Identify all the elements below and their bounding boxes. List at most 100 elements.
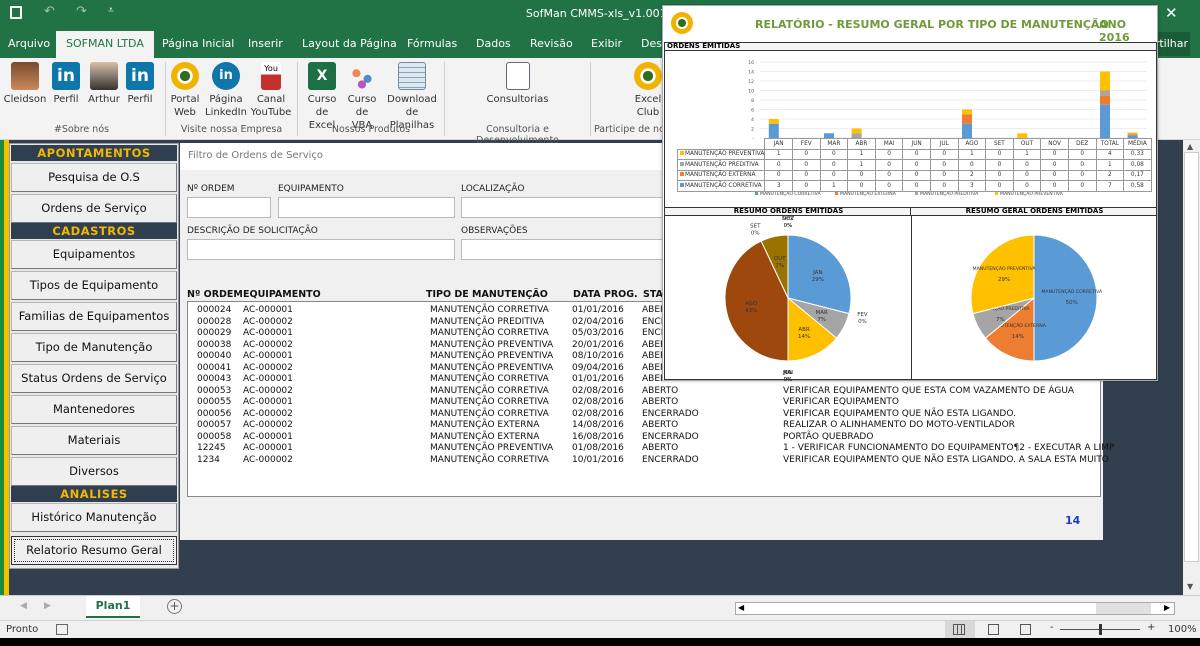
table-row[interactable]: 000053 AC-000002 MANUTENÇÃO CORRETIVA 02/08… [188,386,1100,398]
cell-equipamento: AC-000002 [243,454,293,465]
scroll-down-icon[interactable]: ▼ [1187,582,1193,591]
tab-layout[interactable]: Layout da Página [302,37,397,50]
sheet-tab-plan1[interactable]: Plan1 [86,596,140,618]
zoom-slider-handle[interactable] [1099,624,1102,635]
pagina-linkedin-button[interactable]: in Página LinkedIn [205,62,247,119]
tab-sofman[interactable]: SOFMAN LTDA [56,31,154,58]
cell-data: 14/08/2016 [572,420,624,430]
next-sheet-icon[interactable]: ▶ [44,601,51,611]
table-row[interactable]: 1234 AC-000002 MANUTENÇÃO CORRETIVA 10/01/2… [188,454,1109,467]
slice-percent: 14% [798,334,810,340]
tab-revisao[interactable]: Revisão [530,37,573,50]
grid-icon [953,624,965,635]
canal-youtube-button[interactable]: You Canal YouTube [248,62,294,119]
table-row[interactable]: 000055 AC-000001 MANUTENÇÃO CORRETIVA 02/08… [188,397,1100,409]
tab-formulas[interactable]: Fórmulas [407,37,457,50]
sidebar-item-pesquisa-os[interactable]: Pesquisa de O.S [11,163,177,192]
cell-data: 05/03/2016 [572,328,624,338]
scroll-right-icon[interactable]: ▶ [1164,603,1170,612]
plus-icon[interactable]: + [167,599,182,614]
cell-tipo: MANUTENÇÃO PREVENTIVA [430,351,554,361]
download-planilhas-button[interactable]: Download de Planilhas [383,62,441,132]
prev-sheet-icon[interactable]: ◀ [20,601,27,611]
col-data: DATA PROG. [573,289,638,300]
localizacao-label: LOCALIZAÇÃO [461,184,525,194]
cell-ordem: 000041 [197,362,232,373]
arthur-button[interactable]: Arthur [86,62,122,106]
scroll-up-icon[interactable]: ▲ [1187,142,1193,151]
ordem-input[interactable] [187,197,271,218]
localizacao-input[interactable] [461,197,681,218]
slice-percent: 14% [1012,334,1024,340]
page-layout-view-icon[interactable] [988,624,999,635]
sofman-logo-icon [171,62,199,90]
observacoes-label: OBSERVAÇÕES [461,226,528,236]
tab-exibir[interactable]: Exibir [591,37,622,50]
slice-percent: 43% [745,308,757,314]
cell-ordem: 000029 [197,328,232,338]
zoom-level[interactable]: 100% [1168,624,1197,635]
table-row[interactable]: 12245 AC-000001 MANUTENÇÃO PREVENTIVA 01/08… [188,443,1114,455]
pie-charts: JAN29%FEV0%MAR7%ABR14%MAI0%JUN0%JUL0%AGO… [724,216,1103,382]
portal-web-button[interactable]: Portal Web [168,62,202,119]
slice-percent: 29% [812,277,824,283]
cell-data: 02/08/2016 [572,408,624,419]
tab-dados[interactable]: Dados [476,37,511,50]
cell-status: ENCERRADO [642,454,699,465]
table-row[interactable]: 000058 AC-000001 MANUTENÇÃO EXTERNA 16/08/2… [188,432,1100,444]
macro-record-icon[interactable] [56,624,68,635]
page-break-view-icon[interactable] [1020,624,1031,635]
cell-equipamento: AC-000001 [243,374,293,384]
curso-vba-button[interactable]: Curso de VBA [344,62,380,132]
scroll-track[interactable] [1096,603,1151,614]
tab-arquivo[interactable]: Arquivo [8,37,50,50]
zoom-out-icon[interactable]: - [1050,622,1054,633]
perfil-linkedin-button[interactable]: in Perfil [51,62,81,106]
scroll-thumb[interactable] [1184,152,1199,562]
consultorias-button[interactable]: Consultorias [470,62,565,106]
sheet-tab-bar: ◀ ▶ Plan1 + ◀ ▶ [0,595,1200,620]
spreadsheet-icon [398,62,426,90]
cell-equipamento: AC-000002 [243,420,293,430]
zoom-in-icon[interactable]: + [1147,622,1155,633]
cell-equipamento: AC-000001 [243,397,293,407]
observacoes-input[interactable] [461,239,681,260]
sidebar-item-materiais[interactable]: Materiais [11,426,177,455]
cell-equipamento: AC-000002 [243,362,293,373]
slice-label: JUL [783,370,794,376]
cell-ordem: 000055 [197,397,232,407]
sidebar-item-tipo-manutencao[interactable]: Tipo de Manutenção [11,333,177,362]
cleidson-button[interactable]: Cleidson [3,62,47,106]
cell-tipo: MANUTENÇÃO CORRETIVA [430,374,549,384]
scroll-left-icon[interactable]: ◀ [738,603,744,612]
taskbar [0,638,1200,646]
sidebar-item-familias[interactable]: Familias de Equipamentos [11,302,177,331]
sidebar-item-historico[interactable]: Histórico Manutenção [11,503,177,532]
perfil-linkedin-button[interactable]: in Perfil [125,62,155,106]
sidebar-item-ordens-servico[interactable]: Ordens de Serviço [11,194,177,223]
tab-inserir[interactable]: Inserir [248,37,283,50]
cell-status: ABERTO [642,397,679,407]
sidebar-item-mantenedores[interactable]: Mantenedores [11,395,177,424]
cell-descricao: VERIFICAR EQUIPAMENTO [783,397,899,407]
pie-data-label: DEZ0% [782,216,794,229]
tab-pagina-inicial[interactable]: Página Inicial [162,37,234,50]
sidebar-item-relatorio[interactable]: Relatorio Resumo Geral [11,536,177,565]
cell-status: ENCERRADO [642,408,699,419]
table-row[interactable]: 000056 AC-000002 MANUTENÇÃO CORRETIVA 02/08… [188,409,1100,421]
table-row[interactable]: 000057 AC-000002 MANUTENÇÃO EXTERNA 14/08/2… [188,420,1100,432]
sidebar-item-diversos[interactable]: Diversos [11,457,177,486]
descricao-input[interactable] [187,239,455,260]
equipamento-input[interactable] [278,197,455,218]
vertical-scrollbar[interactable]: ▲ ▼ [1183,140,1200,595]
pie-data-label: AGO43% [745,301,758,314]
sidebar-item-tipos-equipamento[interactable]: Tipos de Equipamento [11,271,177,300]
sidebar-item-status-os[interactable]: Status Ordens de Serviço [11,364,177,393]
slice-label: ABR [798,327,810,333]
curso-excel-button[interactable]: X Curso de Excel [302,62,342,132]
close-icon[interactable]: ✕ [1165,4,1178,22]
sidebar-item-equipamentos[interactable]: Equipamentos [11,240,177,269]
horizontal-scrollbar[interactable]: ◀ ▶ [735,602,1175,615]
cell-ordem: 000056 [197,408,232,419]
descricao-label: DESCRIÇÃO DE SOLICITAÇÃO [187,226,318,236]
